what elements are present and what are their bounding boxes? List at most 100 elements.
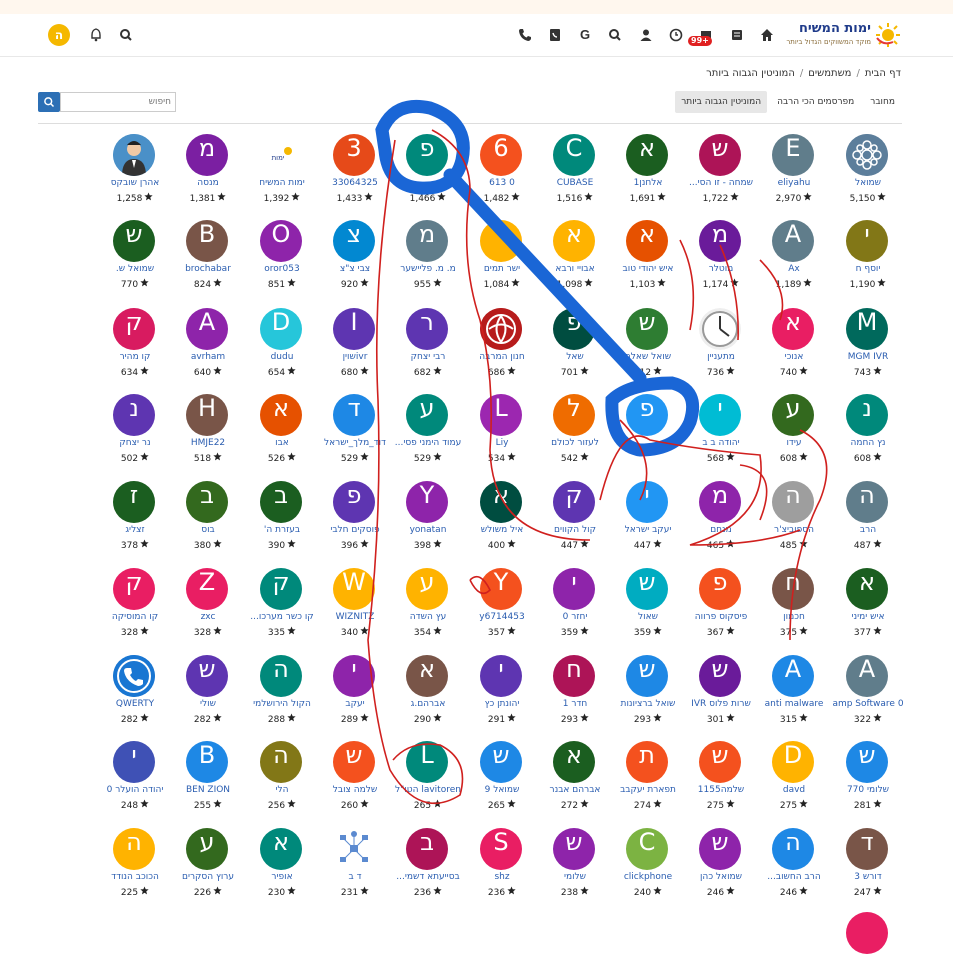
user-avatar-letter[interactable]: ב bbox=[260, 481, 302, 523]
user-name[interactable]: 0 613 bbox=[460, 178, 544, 188]
user-avatar-letter[interactable]: ע bbox=[186, 828, 228, 870]
user-card[interactable]: פ bbox=[612, 394, 684, 478]
user-name[interactable]: אלחנן1 bbox=[606, 178, 690, 188]
user-card[interactable]: י יהודה הועלר 0 248 bbox=[99, 741, 171, 825]
user-card[interactable]: Iivrשוין 680 bbox=[319, 308, 391, 392]
user-card[interactable]: 60 613 1,482 bbox=[466, 134, 538, 218]
user-name[interactable]: lavitoren הטו"ל bbox=[386, 785, 470, 795]
user-avatar-letter[interactable]: א bbox=[260, 394, 302, 436]
search-icon[interactable] bbox=[118, 27, 134, 43]
user-card[interactable]: Yyonatan 398 bbox=[392, 481, 464, 565]
user-card[interactable]: ש שאול 359 bbox=[612, 568, 684, 652]
user-name[interactable]: יוסף ח bbox=[826, 264, 910, 274]
user-avatar-letter[interactable]: י bbox=[699, 394, 741, 436]
user-name[interactable]: שאול bbox=[606, 612, 690, 622]
user-avatar-letter[interactable]: פ bbox=[699, 568, 741, 610]
user-card[interactable]: ה הקול הירושלמי 288 bbox=[246, 655, 318, 739]
user-card[interactable]: חנון המרבה 686 bbox=[466, 308, 538, 392]
user-name[interactable]: מנסה bbox=[166, 178, 250, 188]
user-avatar-letter[interactable]: י bbox=[480, 655, 522, 697]
user-name[interactable]: אופיר bbox=[240, 872, 324, 882]
user-avatar-clock[interactable] bbox=[699, 308, 741, 350]
user-avatar-letter[interactable]: ש bbox=[113, 220, 155, 262]
user-card[interactable]: א אופיר 230 bbox=[246, 828, 318, 912]
user-avatar-letter[interactable]: M bbox=[846, 308, 888, 350]
user-name[interactable]: נץ החמה bbox=[826, 438, 910, 448]
user-avatar-letter[interactable]: מ bbox=[699, 481, 741, 523]
user-avatar-letter[interactable]: א bbox=[846, 568, 888, 610]
user-card[interactable]: L Liy 534 bbox=[466, 394, 538, 478]
user-card[interactable]: Sshz 236 bbox=[466, 828, 538, 912]
user-name[interactable]: MGM IVR bbox=[826, 352, 910, 362]
user-name[interactable]: שלומי bbox=[533, 872, 617, 882]
user-avatar-letter[interactable]: נ bbox=[113, 394, 155, 436]
user-card[interactable]: Yy6714453 357 bbox=[466, 568, 538, 652]
user-name[interactable]: דוד_מלך_ישראל bbox=[313, 438, 397, 448]
user-avatar-letter[interactable]: ה bbox=[260, 655, 302, 697]
user-avatar-man[interactable] bbox=[113, 134, 155, 176]
user-card[interactable]: ז זצליג 378 bbox=[99, 481, 171, 565]
user-avatar-letter[interactable]: W bbox=[333, 568, 375, 610]
user-card[interactable]: Eeliyahu 2,970 bbox=[758, 134, 830, 218]
user-card[interactable]: י יוסף ח 1,190 bbox=[832, 220, 904, 304]
user-avatar-letter[interactable]: ש bbox=[626, 568, 668, 610]
user-name[interactable]: HMJE22 bbox=[166, 438, 250, 448]
user-avatar-letter[interactable]: ש bbox=[626, 655, 668, 697]
user-avatar-letter[interactable]: י bbox=[846, 220, 888, 262]
user-avatar-letter[interactable]: ש bbox=[480, 741, 522, 783]
user-avatar-letter[interactable]: ש bbox=[333, 741, 375, 783]
user-card[interactable]: Llavitoren הטו"ל 265 bbox=[392, 741, 464, 825]
user-avatar-letter[interactable]: ז bbox=[113, 481, 155, 523]
user-name[interactable]: y6714453 bbox=[460, 612, 544, 622]
user-avatar-letter[interactable]: ע bbox=[772, 394, 814, 436]
user-avatar-letter[interactable]: Y bbox=[480, 568, 522, 610]
user-card[interactable]: Ooror053 851 bbox=[246, 220, 318, 304]
user-avatar-letter[interactable]: ה bbox=[772, 481, 814, 523]
user-avatar-letter[interactable]: צ bbox=[333, 220, 375, 262]
user-name[interactable]: פוסקים חלבי bbox=[313, 525, 397, 535]
user-card[interactable]: ה הספוביצ'ר 485 bbox=[758, 481, 830, 565]
user-card[interactable]: י יהודה ב ב 568 bbox=[685, 394, 757, 478]
user-card[interactable]: י יחזר 0 359 bbox=[539, 568, 611, 652]
user-avatar-letter[interactable]: י bbox=[113, 741, 155, 783]
user-name[interactable]: בסייעתא דשמי... bbox=[386, 872, 470, 882]
user-card[interactable]: ר רבי יצחק 682 bbox=[392, 308, 464, 392]
user-avatar-letter[interactable]: ש bbox=[699, 741, 741, 783]
user-avatar-letter[interactable]: מ bbox=[406, 220, 448, 262]
user-card[interactable]: א אברהם אבנר 272 bbox=[539, 741, 611, 825]
user-card[interactable]: Ddudu 654 bbox=[246, 308, 318, 392]
user-card[interactable]: א איש יהודי טוב 1,103 bbox=[612, 220, 684, 304]
user-card[interactable]: ימות ימות המשיח 1,392 bbox=[246, 134, 318, 218]
user-name[interactable]: צבי צ"צ bbox=[313, 264, 397, 274]
user-card[interactable]: א אנוכי 740 bbox=[758, 308, 830, 392]
user-name[interactable]: dudu bbox=[240, 352, 324, 362]
user-card[interactable]: ק קו מהיר 634 bbox=[99, 308, 171, 392]
user-name[interactable]: יעקב ישראל bbox=[606, 525, 690, 535]
user-name[interactable]: davd bbox=[752, 785, 836, 795]
user-avatar-letter[interactable]: Y bbox=[406, 481, 448, 523]
user-card[interactable]: ש שואל שאלה 712 bbox=[612, 308, 684, 392]
user-card[interactable]: H HMJE22 518 bbox=[172, 394, 244, 478]
user-card[interactable]: י יעקב 289 bbox=[319, 655, 391, 739]
user-avatar-letter[interactable]: A bbox=[772, 220, 814, 262]
user-name[interactable]: רבי יצחק bbox=[386, 352, 470, 362]
bell-icon[interactable] bbox=[88, 27, 104, 43]
user-name[interactable]: eliyahu bbox=[752, 178, 836, 188]
user-name[interactable]: איש ימיני bbox=[826, 612, 910, 622]
user-card[interactable]: א איש ימיני 377 bbox=[832, 568, 904, 652]
user-card[interactable]: ח חכמון 375 bbox=[758, 568, 830, 652]
user-name[interactable]: הלי bbox=[240, 785, 324, 795]
user-card[interactable]: פ פיסקוס פרווה 367 bbox=[685, 568, 757, 652]
user-name[interactable]: מ. מ. פליישער bbox=[386, 264, 470, 274]
user-card[interactable]: ע עץ השדה 354 bbox=[392, 568, 464, 652]
user-card[interactable]: י ישר תמים 1,084 bbox=[466, 220, 538, 304]
user-avatar-letter[interactable]: ש bbox=[186, 655, 228, 697]
user-name[interactable]: anti malware bbox=[752, 699, 836, 709]
user-name[interactable]: מנחם bbox=[679, 525, 763, 535]
user-card[interactable]: ב בעזרת ה' 390 bbox=[246, 481, 318, 565]
user-name[interactable]: brochabar bbox=[166, 264, 250, 274]
user-avatar-letter[interactable]: D bbox=[260, 308, 302, 350]
user-name[interactable]: אבויי ורבא bbox=[533, 264, 617, 274]
user-card[interactable]: ש שלומי 238 bbox=[539, 828, 611, 912]
user-name[interactable]: 33064325 bbox=[313, 178, 397, 188]
